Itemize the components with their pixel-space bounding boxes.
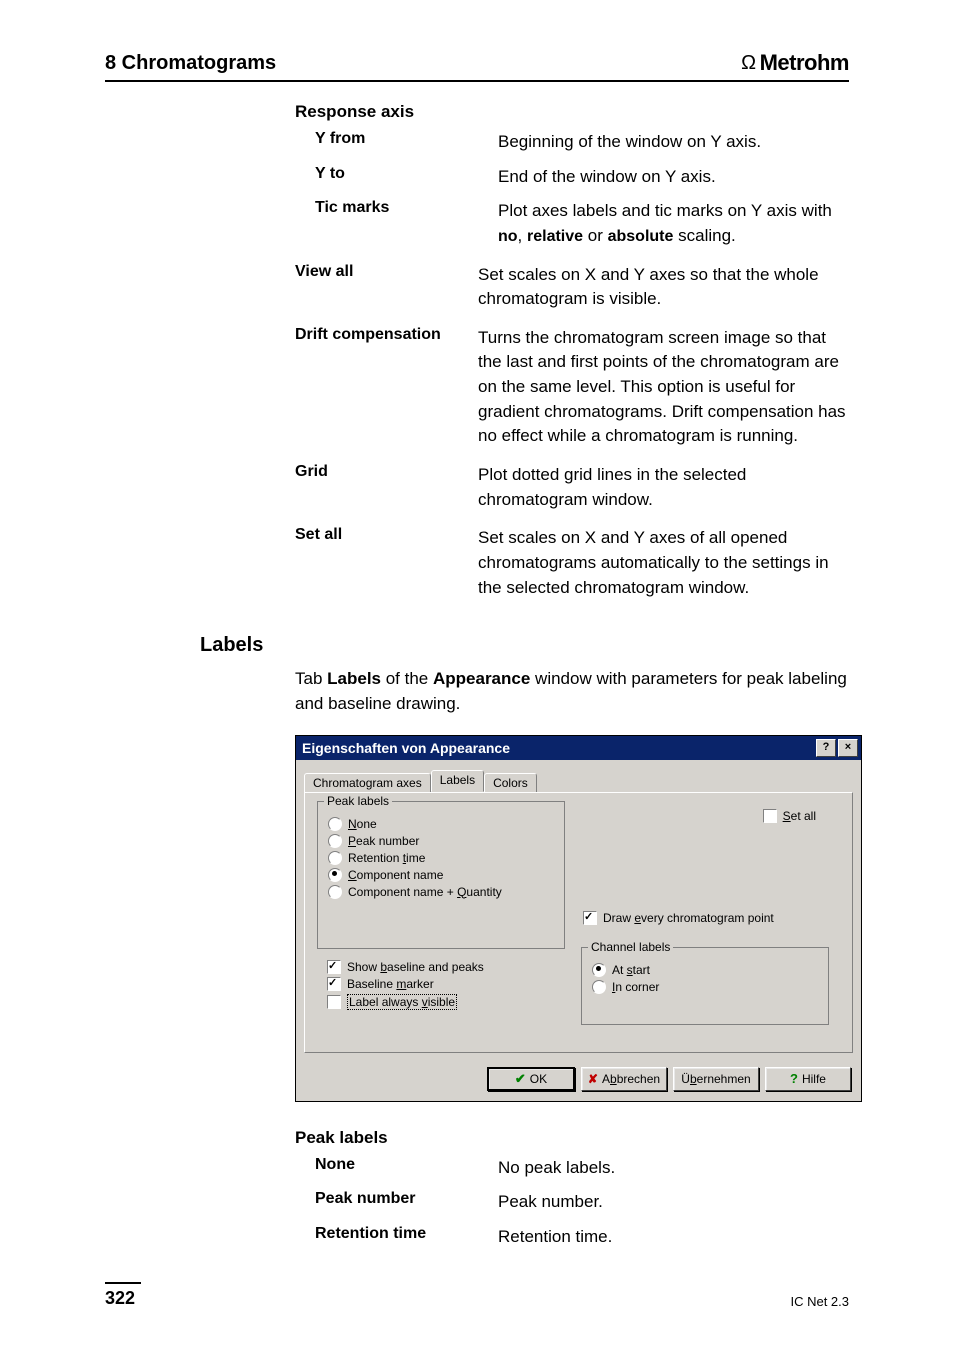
group-channel-labels-legend: Channel labels <box>588 940 673 954</box>
help-titlebar-button[interactable]: ? <box>816 739 836 757</box>
term-tic-marks: Tic marks <box>295 199 498 217</box>
group-peak-labels: Peak labels None Peak number Retention t… <box>317 801 565 949</box>
desc-y-to: End of the window on Y axis. <box>498 165 849 190</box>
page-header: 8 Chromatograms Ω Metrohm <box>105 50 849 82</box>
ok-button[interactable]: ✔ OK <box>487 1067 575 1091</box>
product-name: IC Net 2.3 <box>790 1294 849 1309</box>
baseline-checks: Show baseline and peaks Baseline marker … <box>317 955 565 1029</box>
radio-icon <box>328 851 342 865</box>
question-icon: ? <box>790 1071 798 1086</box>
radio-icon <box>328 817 342 831</box>
check-show-baseline[interactable]: Show baseline and peaks <box>327 960 555 974</box>
radio-icon <box>592 980 606 994</box>
radio-component-name-quantity[interactable]: Component name + Quantity <box>328 885 554 899</box>
tab-chromatogram-axes[interactable]: Chromatogram axes <box>304 773 431 793</box>
radio-icon <box>328 868 342 882</box>
checkbox-icon <box>327 977 341 991</box>
term-retention-time: Retention time <box>295 1225 498 1243</box>
group-channel-labels: Channel labels At start In corner <box>581 947 829 1025</box>
term-peak-number: Peak number <box>295 1190 498 1208</box>
labels-paragraph: Tab Labels of the Appearance window with… <box>295 667 849 716</box>
brand-text: Metrohm <box>760 50 849 76</box>
term-grid: Grid <box>295 463 478 481</box>
peak-labels-heading: Peak labels <box>295 1128 849 1148</box>
content-area: Response axis Y from Beginning of the wi… <box>295 102 849 600</box>
tab-labels[interactable]: Labels <box>431 770 484 792</box>
radio-icon <box>328 885 342 899</box>
checkbox-icon <box>583 911 597 925</box>
page-footer: 322 IC Net 2.3 <box>105 1282 849 1309</box>
metrohm-icon: Ω <box>741 52 755 75</box>
response-axis-heading: Response axis <box>295 102 849 122</box>
term-drift: Drift compensation <box>295 326 478 344</box>
term-y-from: Y from <box>295 130 498 148</box>
check-baseline-marker[interactable]: Baseline marker <box>327 977 555 991</box>
check-label-always-visible[interactable]: Label always visible <box>327 994 555 1010</box>
help-button[interactable]: ? Hilfe <box>765 1067 851 1091</box>
group-peak-labels-legend: Peak labels <box>324 794 392 808</box>
desc-retention-time: Retention time. <box>498 1225 849 1250</box>
desc-y-from: Beginning of the window on Y axis. <box>498 130 849 155</box>
apply-button[interactable]: Übernehmen <box>673 1067 759 1091</box>
chapter-title: 8 Chromatograms <box>105 52 276 75</box>
checkbox-icon <box>327 960 341 974</box>
radio-component-name[interactable]: Component name <box>328 868 554 882</box>
tab-strip: Chromatogram axes Labels Colors <box>296 760 861 792</box>
check-draw-every-point[interactable]: Draw every chromatogram point <box>583 911 774 925</box>
dialog-title: Eigenschaften von Appearance <box>302 740 510 756</box>
dialog-titlebar[interactable]: Eigenschaften von Appearance ? × <box>296 736 861 760</box>
desc-none: No peak labels. <box>498 1156 849 1181</box>
term-none: None <box>295 1156 498 1174</box>
page-number: 322 <box>105 1282 141 1309</box>
desc-set-all: Set scales on X and Y axes of all opened… <box>478 526 849 600</box>
radio-none[interactable]: None <box>328 817 554 831</box>
checkbox-icon <box>763 809 777 823</box>
term-view-all: View all <box>295 263 478 281</box>
desc-view-all: Set scales on X and Y axes so that the w… <box>478 263 849 312</box>
radio-at-start[interactable]: At start <box>592 963 818 977</box>
brand-logo: Ω Metrohm <box>741 50 849 76</box>
check-set-all[interactable]: Set all <box>763 809 816 823</box>
desc-peak-number: Peak number. <box>498 1190 849 1215</box>
dialog-button-row: ✔ OK ✘ Abbrechen Übernehmen ? Hilfe <box>296 1061 861 1101</box>
radio-retention-time[interactable]: Retention time <box>328 851 554 865</box>
checkbox-icon <box>327 995 341 1009</box>
close-titlebar-button[interactable]: × <box>838 739 858 757</box>
desc-grid: Plot dotted grid lines in the selected c… <box>478 463 849 512</box>
term-set-all: Set all <box>295 526 478 544</box>
tab-panel-labels: Peak labels None Peak number Retention t… <box>304 792 853 1053</box>
labels-heading: Labels <box>200 634 849 657</box>
radio-icon <box>328 834 342 848</box>
desc-drift: Turns the chromatogram screen image so t… <box>478 326 849 449</box>
radio-in-corner[interactable]: In corner <box>592 980 818 994</box>
desc-tic-marks: Plot axes labels and tic marks on Y axis… <box>498 199 849 248</box>
cancel-button[interactable]: ✘ Abbrechen <box>581 1067 667 1091</box>
appearance-dialog: Eigenschaften von Appearance ? × Chromat… <box>295 735 862 1102</box>
radio-peak-number[interactable]: Peak number <box>328 834 554 848</box>
radio-icon <box>592 963 606 977</box>
tab-colors[interactable]: Colors <box>484 773 537 793</box>
term-y-to: Y to <box>295 165 498 183</box>
check-icon: ✔ <box>515 1071 526 1087</box>
x-icon: ✘ <box>588 1072 598 1086</box>
